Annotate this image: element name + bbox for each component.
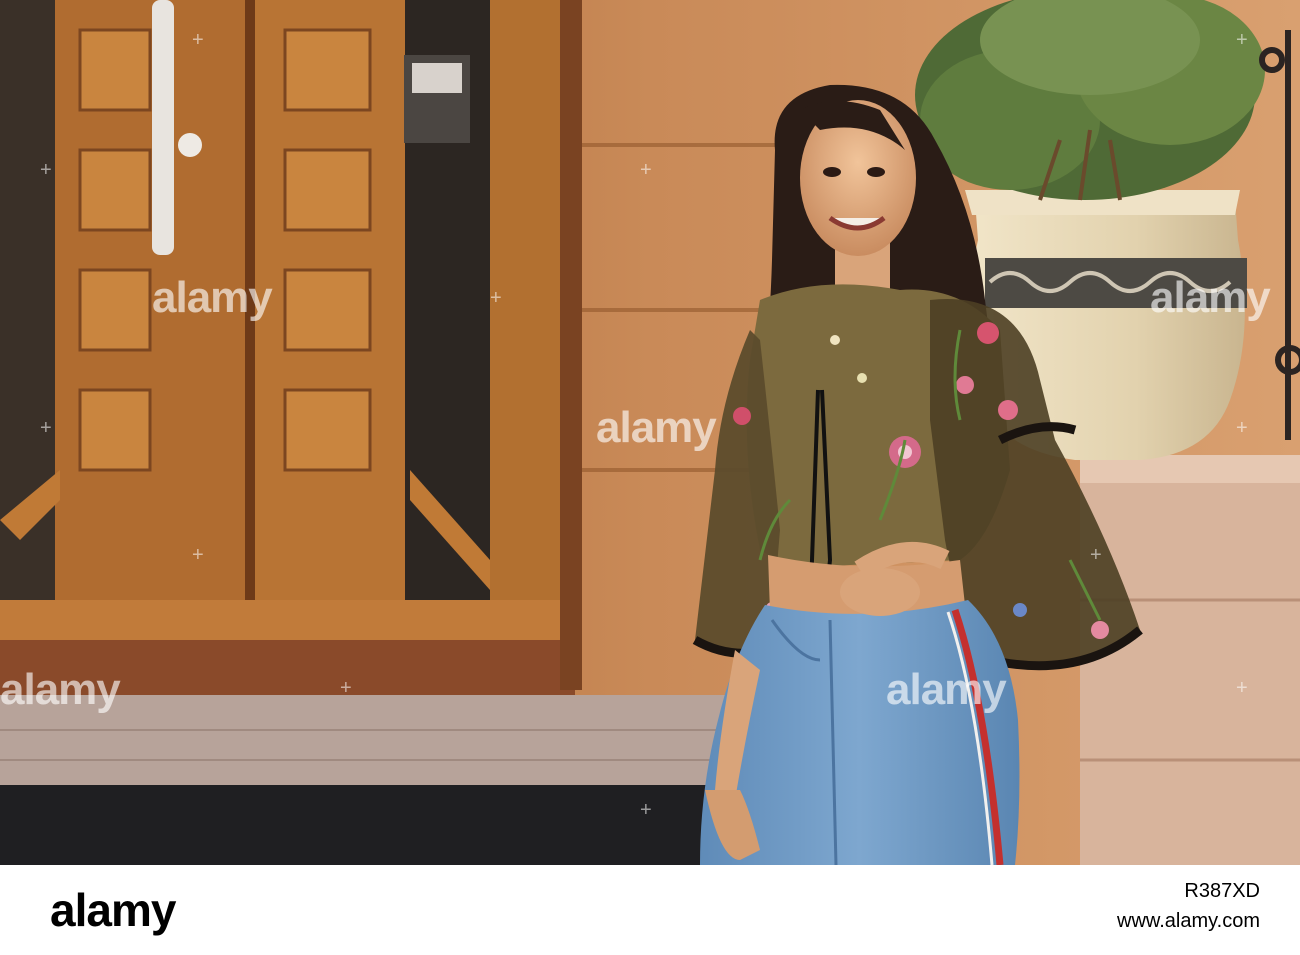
- watermark-plus-icon: +: [640, 159, 652, 181]
- alamy-logo: alamy: [50, 884, 176, 936]
- watermark-plus-icon: +: [40, 417, 52, 439]
- stone-plinth: [1080, 455, 1300, 865]
- watermark-plus-icon: +: [490, 287, 502, 309]
- watermark-plus-icon: +: [192, 544, 204, 566]
- watermark-plus-icon: +: [1236, 29, 1248, 51]
- entrance-steps: [0, 695, 740, 865]
- photo-woman-by-wooden-door: alamy alamy alamy alamy alamy + + + + + …: [0, 0, 1300, 865]
- site-url: www.alamy.com: [1117, 910, 1260, 932]
- photo-illustration: [0, 0, 1300, 865]
- stock-photo-frame: alamy alamy alamy alamy alamy + + + + + …: [0, 0, 1300, 955]
- watermark-plus-icon: +: [40, 159, 52, 181]
- watermark-plus-icon: +: [1236, 677, 1248, 699]
- watermark-plus-icon: +: [640, 799, 652, 821]
- wooden-door: [0, 0, 575, 700]
- watermark-plus-icon: +: [192, 29, 204, 51]
- watermark-plus-icon: +: [1090, 544, 1102, 566]
- watermark-plus-icon: +: [1236, 417, 1248, 439]
- watermark-plus-icon: +: [340, 677, 352, 699]
- stock-footer-bar: alamy R387XD www.alamy.com: [0, 865, 1300, 955]
- image-id: R387XD: [1184, 880, 1260, 902]
